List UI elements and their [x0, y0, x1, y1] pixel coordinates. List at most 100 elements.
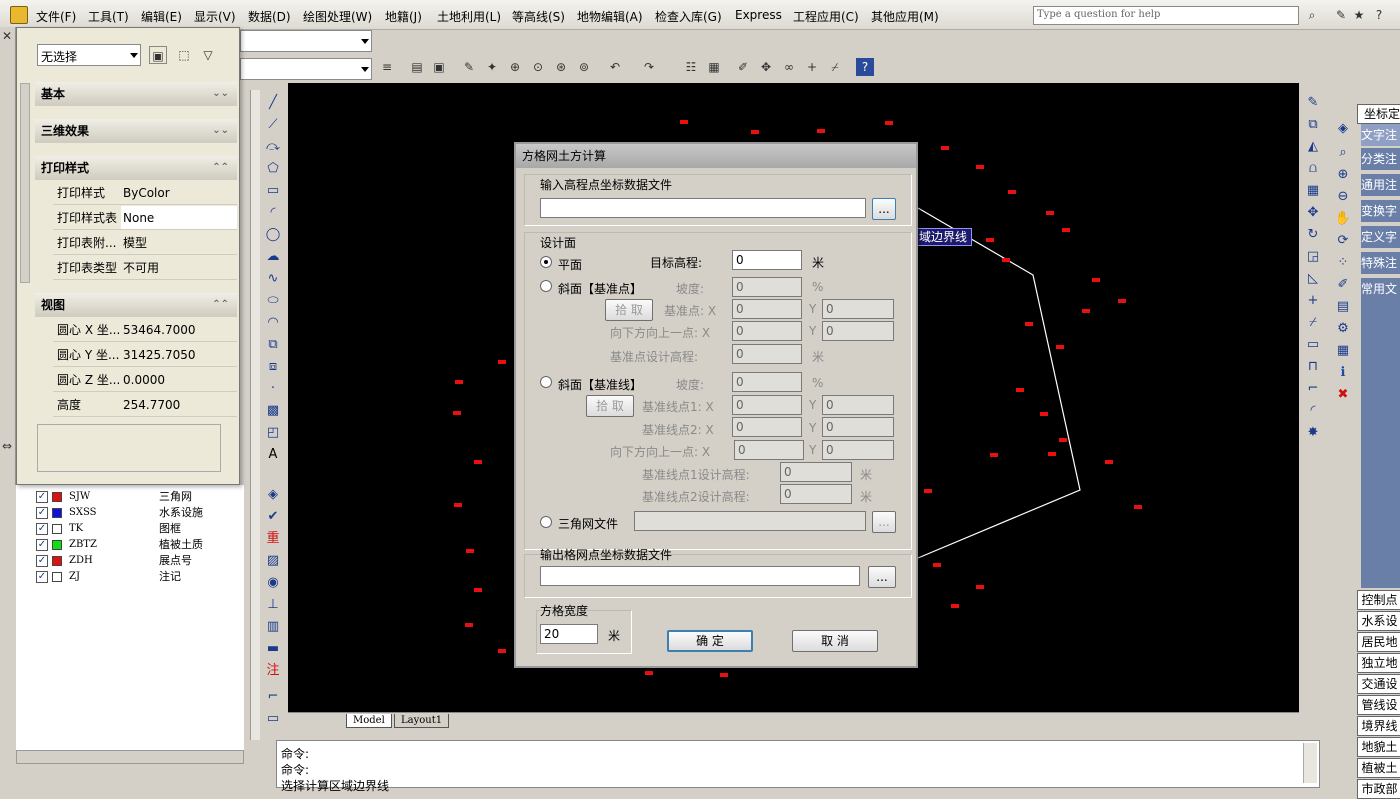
match-icon[interactable]: ✦: [483, 58, 501, 76]
check-icon[interactable]: ✔: [263, 508, 283, 526]
line2-elev-input[interactable]: 0: [780, 484, 852, 504]
refresh-icon[interactable]: ⟳: [1333, 232, 1353, 250]
info-icon[interactable]: ℹ: [1333, 364, 1353, 382]
tag-icon[interactable]: ◈: [263, 486, 283, 504]
rp-item[interactable]: 定义字: [1361, 226, 1400, 248]
prop-row[interactable]: 打印样式 ByColor: [53, 181, 237, 205]
chamfer-icon[interactable]: ⌐: [1303, 380, 1323, 398]
command-scrollbar[interactable]: [1303, 743, 1317, 783]
dialog-title[interactable]: 方格网土方计算: [516, 144, 916, 168]
list-icon[interactable]: ≡: [378, 58, 396, 76]
stretch-icon[interactable]: ◺: [1303, 270, 1323, 288]
layer-visible-checkbox[interactable]: ✓: [36, 523, 48, 535]
trim-icon[interactable]: +: [803, 58, 821, 76]
rp-header[interactable]: 坐标定: [1357, 104, 1400, 124]
menu-express[interactable]: Express: [735, 8, 782, 22]
rp-item[interactable]: 分类注: [1361, 148, 1400, 170]
help-icon[interactable]: ?: [1370, 6, 1388, 24]
layer-row[interactable]: ✓ TK 图框: [36, 521, 236, 537]
zoom-window-icon[interactable]: ⊙: [529, 58, 547, 76]
rp-item[interactable]: 通用注: [1361, 174, 1400, 196]
menu-feature-edit[interactable]: 地物编辑(A): [577, 8, 643, 25]
rp-item[interactable]: 文字注: [1361, 124, 1400, 146]
zoom-icon[interactable]: ⌕: [1333, 144, 1353, 162]
rectangle-icon[interactable]: ▭: [263, 182, 283, 200]
layer-state-icon[interactable]: ◈: [1333, 120, 1353, 138]
join-icon[interactable]: ⊓: [1303, 358, 1323, 376]
make-block-icon[interactable]: ⧈: [263, 358, 283, 376]
extend-icon[interactable]: ⌿: [1303, 314, 1323, 332]
ok-button[interactable]: 确 定: [667, 630, 753, 652]
prop-row[interactable]: 圆心 Y 坐... 31425.7050: [53, 343, 237, 367]
zoom-out-icon[interactable]: ⊖: [1333, 188, 1353, 206]
grid-width-input[interactable]: 20: [540, 624, 598, 644]
menu-edit[interactable]: 编辑(E): [141, 8, 182, 25]
section-view[interactable]: 视图 ⌃⌃: [35, 293, 237, 317]
scale-icon[interactable]: ▬: [263, 640, 283, 658]
line1-y-input[interactable]: 0: [822, 395, 894, 415]
search-icon[interactable]: ⌕: [1303, 6, 1321, 24]
menu-file[interactable]: 文件(F): [36, 8, 76, 25]
trim-icon[interactable]: +: [1303, 292, 1323, 310]
rp-button[interactable]: 地貌土: [1357, 737, 1400, 757]
text-icon[interactable]: A: [263, 446, 283, 464]
selection-combo[interactable]: 无选择: [37, 44, 141, 66]
layer-visible-checkbox[interactable]: ✓: [36, 571, 48, 583]
rp-item[interactable]: 特殊注: [1361, 252, 1400, 274]
rp-button[interactable]: 交通设: [1357, 674, 1400, 694]
line1-x-input[interactable]: 0: [732, 395, 802, 415]
scale-icon[interactable]: ◲: [1303, 248, 1323, 266]
prop-row[interactable]: 打印表类型 不可用: [53, 256, 237, 280]
properties-icon[interactable]: ☷: [682, 58, 700, 76]
extend-icon[interactable]: ⌿: [826, 58, 844, 76]
base-y-input[interactable]: 0: [822, 299, 894, 319]
prop-row[interactable]: 打印表附... 模型: [53, 231, 237, 255]
layer-icon[interactable]: ▥: [263, 618, 283, 636]
menu-view[interactable]: 显示(V): [194, 8, 236, 25]
tin-file-input[interactable]: [634, 511, 866, 531]
close-icon[interactable]: ✕: [0, 27, 15, 45]
pan-icon[interactable]: ✋: [1333, 210, 1353, 228]
prop-row[interactable]: 圆心 X 坐... 53464.7000: [53, 318, 237, 342]
rp-button[interactable]: 居民地: [1357, 632, 1400, 652]
rp-button[interactable]: 水系设: [1357, 611, 1400, 631]
rp-button[interactable]: 市政部: [1357, 779, 1400, 799]
select-objects-icon[interactable]: ⬚: [175, 46, 193, 64]
output-file-field[interactable]: [540, 566, 860, 586]
toggle-pickadd-icon[interactable]: ▣: [149, 46, 167, 64]
command-window[interactable]: 命令: 命令: 选择计算区域边界线: [276, 740, 1320, 793]
layer-visible-checkbox[interactable]: ✓: [36, 491, 48, 503]
output-browse-button[interactable]: ...: [868, 566, 896, 588]
redraw-icon[interactable]: 重: [263, 530, 283, 548]
help-search-input[interactable]: Type a question for help: [1033, 6, 1299, 25]
rotate-icon[interactable]: ↻: [1303, 226, 1323, 244]
menu-drawing[interactable]: 绘图处理(W): [303, 8, 372, 25]
menu-cadastre[interactable]: 地籍(J): [385, 8, 422, 25]
open-icon[interactable]: ▤: [408, 58, 426, 76]
rp-button[interactable]: 控制点: [1357, 590, 1400, 610]
corner-icon[interactable]: ⌐: [263, 688, 283, 706]
pick-base-point-button[interactable]: 拾 取: [605, 299, 653, 321]
line2-x-input[interactable]: 0: [732, 417, 802, 437]
zoom-previous-icon[interactable]: ⊚: [575, 58, 593, 76]
menu-other[interactable]: 其他应用(M): [871, 8, 939, 25]
array-icon[interactable]: ▦: [1303, 182, 1323, 200]
tab-layout1[interactable]: Layout1: [394, 714, 450, 728]
spline-icon[interactable]: ∿: [263, 270, 283, 288]
cancel-button[interactable]: 取 消: [792, 630, 878, 652]
network-icon[interactable]: ⚙: [1333, 320, 1353, 338]
line-down-y-input[interactable]: 0: [822, 440, 894, 460]
offset-icon[interactable]: ⩍: [1303, 160, 1323, 178]
menu-contour[interactable]: 等高线(S): [512, 8, 565, 25]
fillet-icon[interactable]: ◜: [1303, 402, 1323, 420]
move-icon[interactable]: ✥: [1303, 204, 1323, 222]
mirror-icon[interactable]: ◭: [1303, 138, 1323, 156]
slope-point-radio[interactable]: [540, 280, 552, 292]
section-print-style[interactable]: 打印样式 ⌃⌃: [35, 156, 237, 180]
ellipse-arc-icon[interactable]: ◠: [263, 314, 283, 332]
save-icon[interactable]: ▣: [430, 58, 448, 76]
favorite-icon[interactable]: ★: [1350, 6, 1368, 24]
slope-input[interactable]: 0: [732, 277, 802, 297]
prop-row[interactable]: 圆心 Z 坐... 0.0000: [53, 368, 237, 392]
rp-button[interactable]: 植被土: [1357, 758, 1400, 778]
